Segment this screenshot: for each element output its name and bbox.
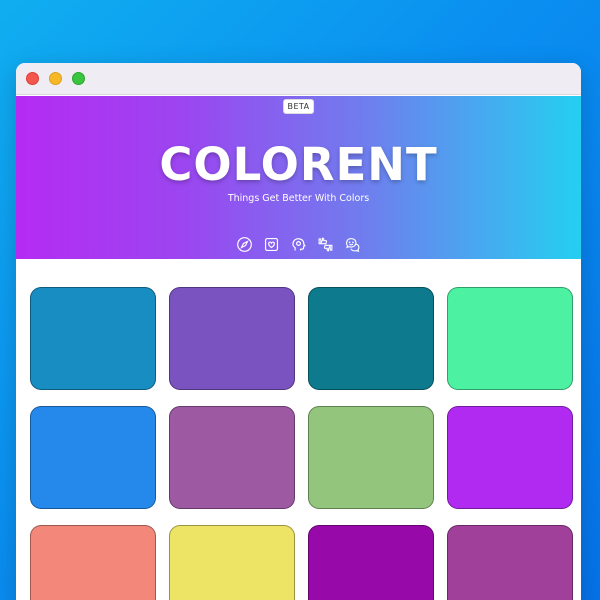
icon-nav	[16, 236, 581, 253]
thumbs-up-down-icon[interactable]	[317, 236, 334, 253]
color-swatch[interactable]	[169, 525, 295, 600]
color-swatch[interactable]	[169, 406, 295, 509]
color-swatch[interactable]	[30, 525, 156, 600]
color-swatch[interactable]	[308, 406, 434, 509]
app-title: COLORENT	[159, 138, 438, 191]
color-swatch-grid	[30, 287, 573, 600]
color-swatch[interactable]	[308, 525, 434, 600]
head-heart-icon[interactable]	[290, 236, 307, 253]
browser-window: BETA COLORENT Things Get Better With Col…	[16, 63, 581, 600]
minimize-window-button[interactable]	[49, 72, 62, 85]
chat-emoji-icon[interactable]	[344, 236, 361, 253]
compass-icon[interactable]	[236, 236, 253, 253]
maximize-window-button[interactable]	[72, 72, 85, 85]
beta-badge: BETA	[282, 99, 315, 114]
window-titlebar	[16, 63, 581, 95]
color-swatch[interactable]	[447, 525, 573, 600]
color-swatch[interactable]	[30, 406, 156, 509]
app-tagline: Things Get Better With Colors	[227, 193, 370, 204]
color-swatch[interactable]	[447, 287, 573, 390]
color-swatch[interactable]	[30, 287, 156, 390]
heart-frame-icon[interactable]	[263, 236, 280, 253]
hero-banner: BETA COLORENT Things Get Better With Col…	[16, 96, 581, 259]
color-swatch[interactable]	[169, 287, 295, 390]
color-swatch[interactable]	[308, 287, 434, 390]
close-window-button[interactable]	[26, 72, 39, 85]
color-swatch[interactable]	[447, 406, 573, 509]
